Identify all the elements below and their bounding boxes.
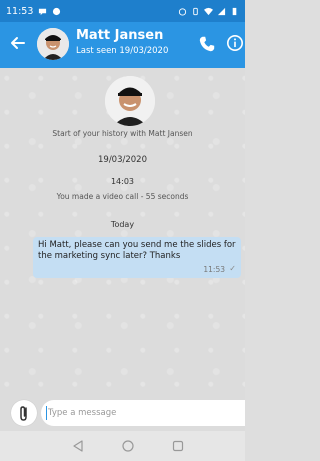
- sent-check-icon: ✓: [229, 264, 236, 273]
- alarm-icon: [178, 7, 187, 16]
- vibrate-icon: [193, 7, 198, 15]
- message-time: 11:53: [203, 265, 225, 274]
- signal-icon: [217, 7, 226, 15]
- profile-photo: [105, 76, 155, 126]
- chat-area[interactable]: Start of your history with Matt Jansen 1…: [0, 68, 245, 394]
- paperclip-icon: [20, 406, 27, 421]
- attach-button[interactable]: [11, 400, 37, 426]
- wifi-icon: [204, 7, 213, 15]
- avatar-photo: [37, 28, 69, 60]
- message-input-box[interactable]: [41, 400, 245, 426]
- chat-header: Matt Jansen Last seen 19/03/2020: [0, 22, 245, 68]
- message-text: Hi Matt, please can you send me the slid…: [38, 240, 236, 261]
- phone-icon[interactable]: [198, 35, 216, 53]
- contact-avatar[interactable]: [37, 28, 69, 60]
- system-navigation-bar: [0, 431, 245, 461]
- message-input[interactable]: [48, 400, 238, 426]
- messenger-notification-icon: [39, 8, 47, 15]
- nav-back-icon[interactable]: [71, 439, 85, 453]
- today-label: Today: [110, 220, 135, 229]
- date-label: 19/03/2020: [98, 155, 147, 165]
- back-arrow-icon[interactable]: [8, 33, 28, 53]
- nav-home-icon[interactable]: [121, 439, 135, 453]
- call-time: 14:03: [110, 177, 135, 186]
- notification-icon: [53, 7, 61, 15]
- message-composer: [0, 394, 245, 431]
- nav-recents-icon[interactable]: [171, 439, 185, 453]
- last-seen: Last seen 19/03/2020: [76, 46, 169, 56]
- info-icon[interactable]: [226, 34, 244, 52]
- video-call-notice: You made a video call - 55 seconds: [56, 192, 189, 201]
- status-time: 11:53: [6, 5, 34, 17]
- history-start-text: Start of your history with Matt Jansen: [52, 129, 193, 138]
- status-bar: 11:53: [0, 0, 245, 22]
- contact-profile-photo: [105, 76, 155, 126]
- contact-name[interactable]: Matt Jansen: [76, 28, 163, 43]
- battery-icon: [232, 7, 237, 15]
- outgoing-message[interactable]: Hi Matt, please can you send me the slid…: [33, 237, 241, 278]
- text-caret: [46, 406, 47, 420]
